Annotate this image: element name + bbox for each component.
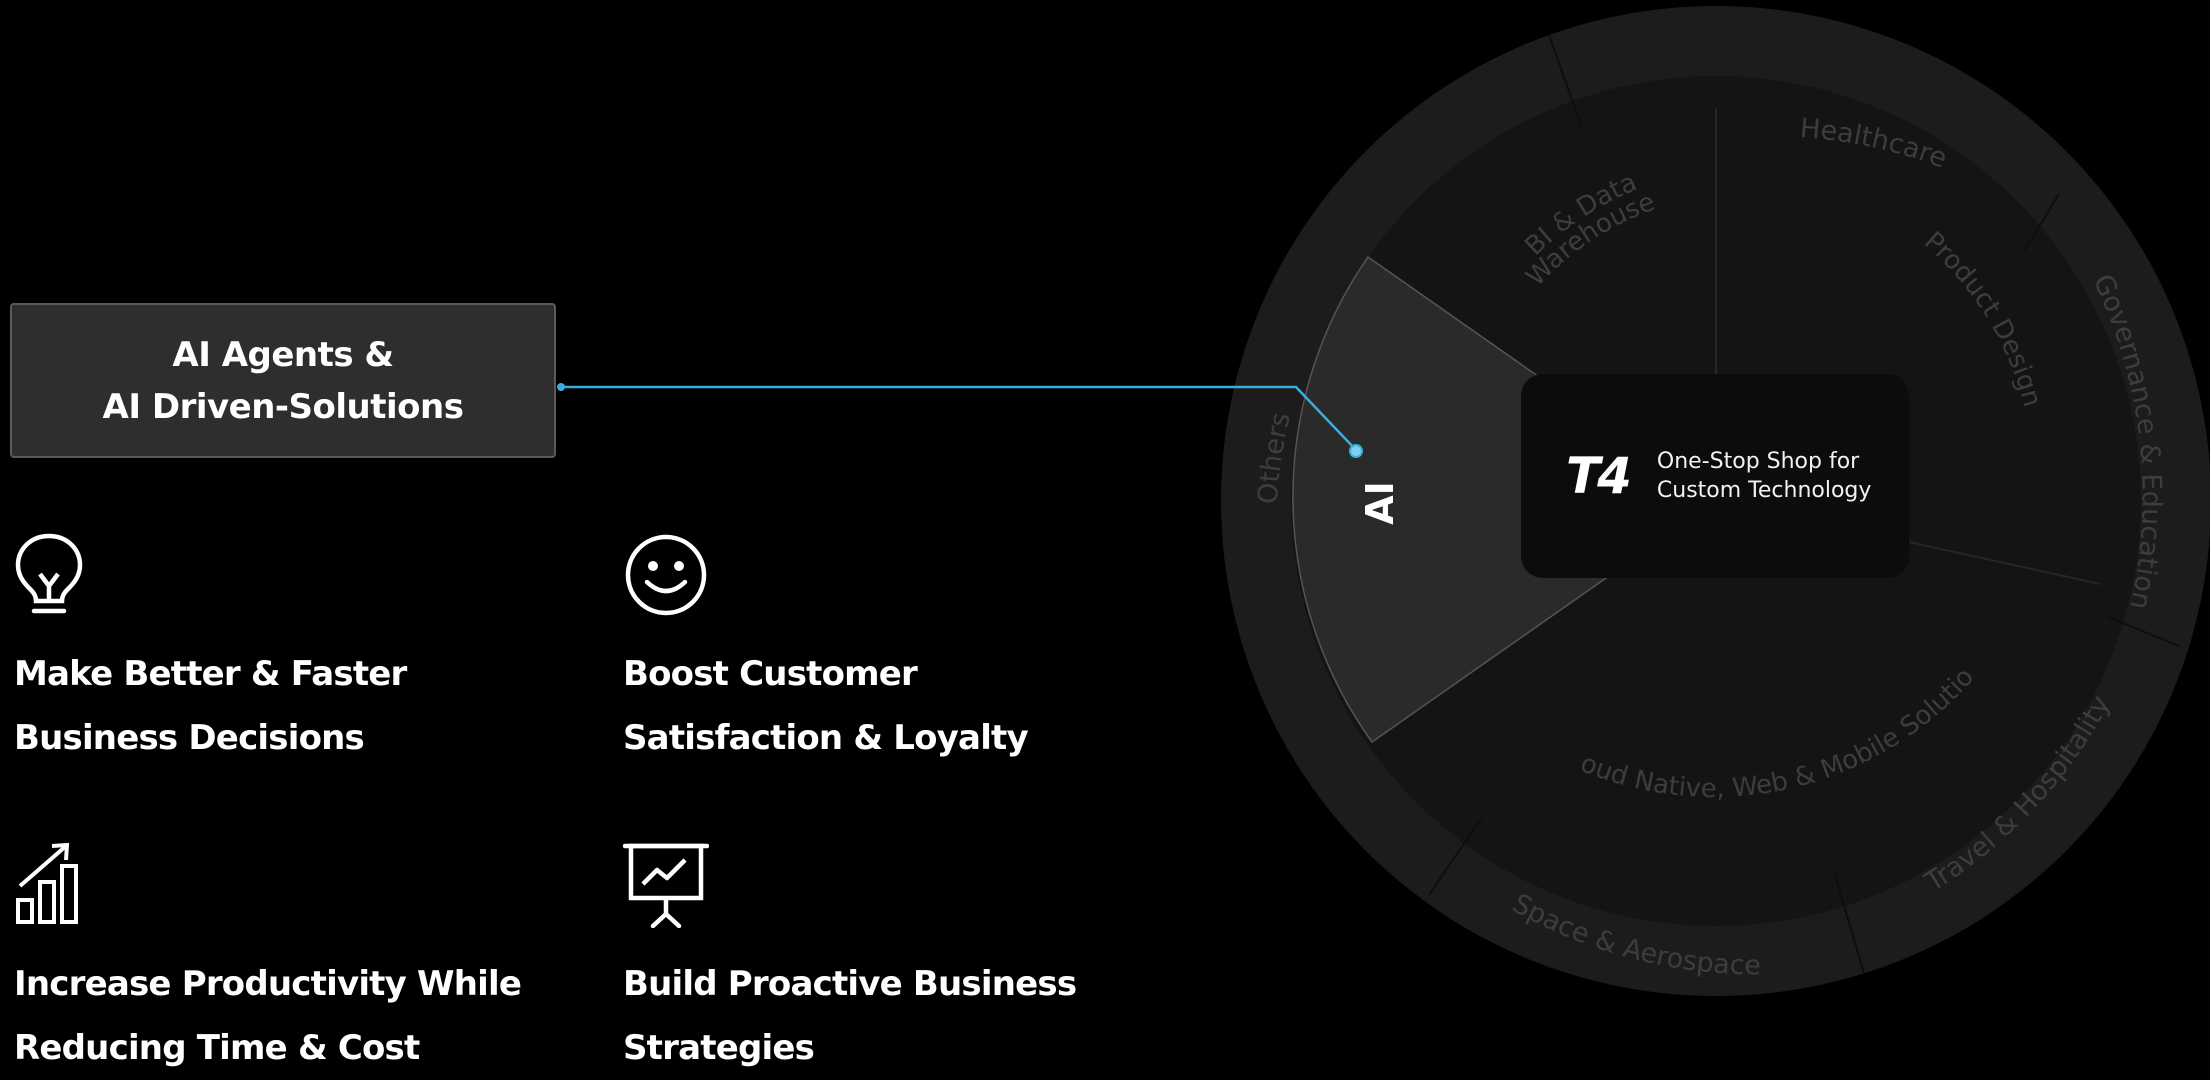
connector-start-dot (557, 383, 565, 391)
center-card (1521, 374, 1909, 578)
connector-end-dot (1349, 444, 1363, 458)
services-wheel: Healthcare Governance & Education Travel… (0, 0, 2210, 996)
ai-segment-label: AI (1358, 481, 1402, 525)
